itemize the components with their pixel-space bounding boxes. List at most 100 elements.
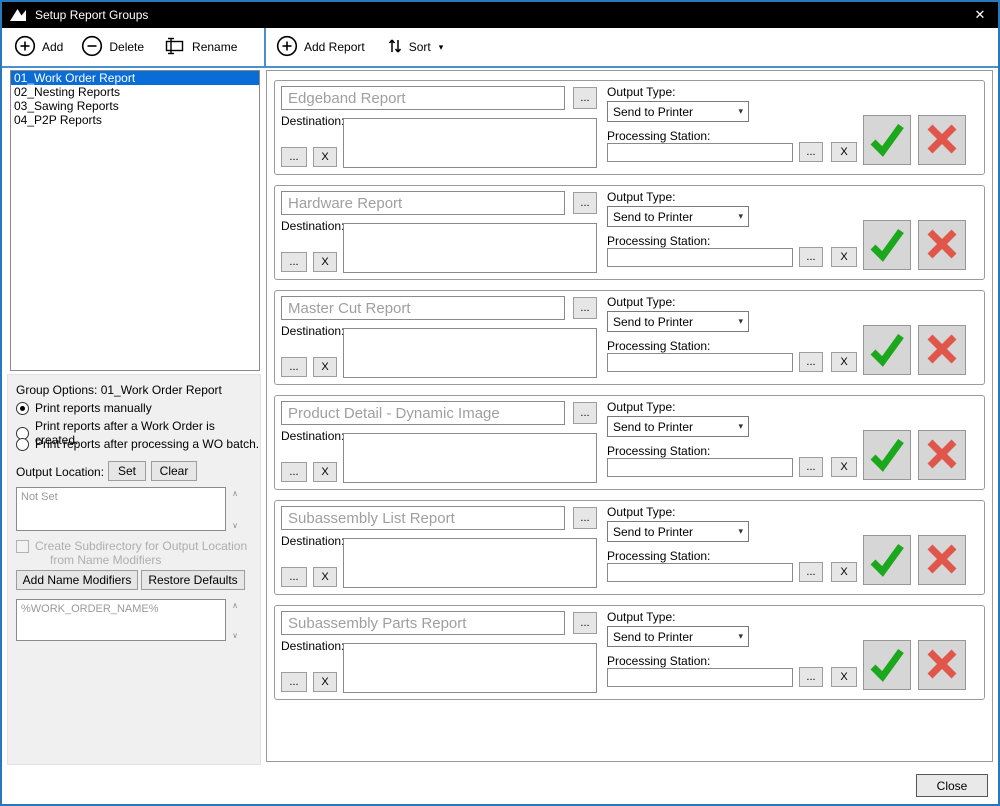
destination-clear-button[interactable]: X [313, 147, 337, 167]
processing-station-label: Processing Station: [607, 234, 711, 248]
report-name-browse-button[interactable]: ... [573, 507, 597, 529]
destination-textbox[interactable] [343, 538, 597, 588]
delete-report-button[interactable] [918, 640, 966, 690]
processing-station-clear-button[interactable]: X [831, 142, 857, 162]
destination-textbox[interactable] [343, 643, 597, 693]
processing-station-clear-button[interactable]: X [831, 457, 857, 477]
add-report-button[interactable]: Add Report [276, 35, 365, 60]
close-button[interactable]: Close [916, 774, 988, 797]
add-group-button[interactable]: Add [14, 35, 63, 60]
delete-report-button[interactable] [918, 220, 966, 270]
group-list-item[interactable]: 04_P2P Reports [11, 113, 259, 127]
toolbar: Add Delete Rename Add Report Sort ▾ [2, 28, 998, 68]
processing-station-input[interactable] [607, 248, 793, 267]
destination-browse-button[interactable]: ... [281, 252, 307, 272]
name-modifier-textbox[interactable]: %WORK_ORDER_NAME% [16, 599, 226, 641]
processing-station-clear-button[interactable]: X [831, 667, 857, 687]
subdirectory-checkbox[interactable] [16, 540, 29, 553]
destination-label: Destination: [281, 324, 345, 338]
setup-report-groups-dialog: Setup Report Groups ✕ Add Delete Rename … [0, 0, 1000, 806]
output-type-dropdown[interactable]: Send to Printer ▾ [607, 206, 749, 227]
processing-station-clear-button[interactable]: X [831, 247, 857, 267]
destination-textbox[interactable] [343, 223, 597, 273]
chevron-down-icon: ▾ [738, 106, 743, 116]
output-type-label: Output Type: [607, 85, 676, 99]
group-list-item[interactable]: 02_Nesting Reports [11, 85, 259, 99]
output-location-textbox[interactable]: Not Set [16, 487, 226, 531]
processing-station-input[interactable] [607, 143, 793, 162]
accept-report-button[interactable] [863, 430, 911, 480]
delete-report-button[interactable] [918, 535, 966, 585]
group-list-item[interactable]: 01_Work Order Report [11, 71, 259, 85]
processing-station-browse-button[interactable]: ... [799, 457, 823, 477]
restore-defaults-button[interactable]: Restore Defaults [141, 570, 245, 590]
processing-station-browse-button[interactable]: ... [799, 667, 823, 687]
scroll-up-icon[interactable]: ∧ [228, 601, 242, 611]
destination-clear-button[interactable]: X [313, 672, 337, 692]
destination-textbox[interactable] [343, 118, 597, 168]
report-name-input[interactable] [281, 506, 565, 530]
accept-report-button[interactable] [863, 115, 911, 165]
radio-print-manually[interactable]: Print reports manually [16, 401, 152, 415]
report-name-input[interactable] [281, 611, 565, 635]
report-name-browse-button[interactable]: ... [573, 192, 597, 214]
processing-station-input[interactable] [607, 353, 793, 372]
processing-station-browse-button[interactable]: ... [799, 142, 823, 162]
report-name-input[interactable] [281, 401, 565, 425]
accept-report-button[interactable] [863, 640, 911, 690]
destination-browse-button[interactable]: ... [281, 672, 307, 692]
accept-report-button[interactable] [863, 220, 911, 270]
report-name-browse-button[interactable]: ... [573, 612, 597, 634]
destination-clear-button[interactable]: X [313, 567, 337, 587]
destination-browse-button[interactable]: ... [281, 147, 307, 167]
delete-group-button[interactable]: Delete [81, 35, 144, 60]
scroll-down-icon[interactable]: ∨ [228, 631, 242, 641]
output-type-dropdown[interactable]: Send to Printer ▾ [607, 416, 749, 437]
report-row: ... Output Type: Send to Printer ▾ Desti… [274, 395, 985, 490]
processing-station-browse-button[interactable]: ... [799, 352, 823, 372]
output-type-dropdown[interactable]: Send to Printer ▾ [607, 311, 749, 332]
report-name-browse-button[interactable]: ... [573, 402, 597, 424]
close-window-icon[interactable]: ✕ [962, 2, 998, 28]
scroll-up-icon[interactable]: ∧ [228, 489, 242, 499]
set-output-location-button[interactable]: Set [108, 461, 146, 481]
destination-browse-button[interactable]: ... [281, 462, 307, 482]
destination-browse-button[interactable]: ... [281, 567, 307, 587]
destination-textbox[interactable] [343, 433, 597, 483]
report-name-browse-button[interactable]: ... [573, 87, 597, 109]
processing-station-input[interactable] [607, 668, 793, 687]
report-name-input[interactable] [281, 191, 565, 215]
destination-textbox[interactable] [343, 328, 597, 378]
delete-report-button[interactable] [918, 325, 966, 375]
output-type-dropdown[interactable]: Send to Printer ▾ [607, 626, 749, 647]
scroll-down-icon[interactable]: ∨ [228, 521, 242, 531]
app-logo-icon [9, 8, 27, 22]
processing-station-browse-button[interactable]: ... [799, 247, 823, 267]
sort-button[interactable]: Sort ▾ [387, 36, 443, 59]
radio-icon [16, 437, 29, 451]
report-name-browse-button[interactable]: ... [573, 297, 597, 319]
processing-station-clear-button[interactable]: X [831, 562, 857, 582]
output-type-dropdown[interactable]: Send to Printer ▾ [607, 101, 749, 122]
clear-output-location-button[interactable]: Clear [151, 461, 197, 481]
accept-report-button[interactable] [863, 325, 911, 375]
processing-station-input[interactable] [607, 563, 793, 582]
accept-report-button[interactable] [863, 535, 911, 585]
destination-clear-button[interactable]: X [313, 252, 337, 272]
processing-station-input[interactable] [607, 458, 793, 477]
rename-group-button[interactable]: Rename [162, 37, 237, 58]
destination-clear-button[interactable]: X [313, 357, 337, 377]
delete-report-button[interactable] [918, 115, 966, 165]
report-name-input[interactable] [281, 296, 565, 320]
output-type-dropdown[interactable]: Send to Printer ▾ [607, 521, 749, 542]
report-name-input[interactable] [281, 86, 565, 110]
destination-clear-button[interactable]: X [313, 462, 337, 482]
processing-station-browse-button[interactable]: ... [799, 562, 823, 582]
radio-print-after-batch[interactable]: Print reports after processing a WO batc… [16, 437, 259, 451]
destination-browse-button[interactable]: ... [281, 357, 307, 377]
output-type-value: Send to Printer [613, 524, 694, 539]
group-list-item[interactable]: 03_Sawing Reports [11, 99, 259, 113]
add-name-modifiers-button[interactable]: Add Name Modifiers [16, 570, 138, 590]
processing-station-clear-button[interactable]: X [831, 352, 857, 372]
delete-report-button[interactable] [918, 430, 966, 480]
